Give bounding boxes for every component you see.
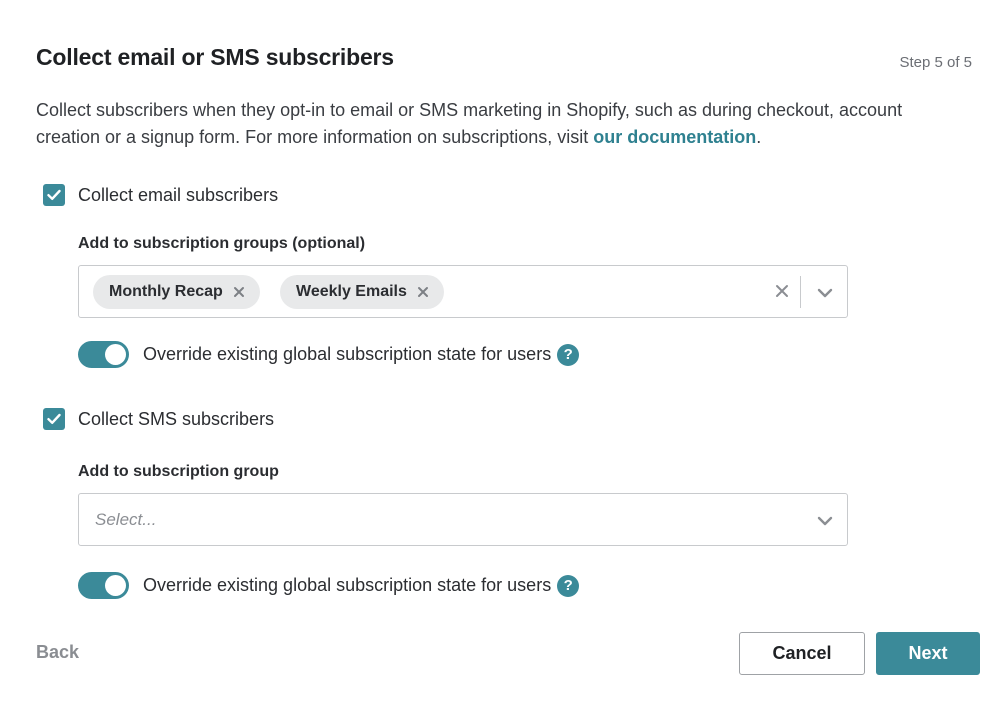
help-icon[interactable]: ? [557, 343, 580, 366]
email-checkbox-label: Collect email subscribers [78, 184, 279, 205]
clear-all-icon[interactable] [774, 283, 790, 304]
sms-override-toggle[interactable] [78, 572, 129, 599]
email-override-toggle[interactable] [78, 341, 129, 368]
chevron-down-icon[interactable] [817, 286, 833, 304]
page-title: Collect email or SMS subscribers [36, 44, 394, 70]
cancel-button[interactable]: Cancel [739, 632, 865, 675]
description: Collect subscribers when they opt-in to … [36, 97, 966, 151]
sms-checkbox[interactable] [43, 408, 65, 430]
sms-override-label: Override existing global subscription st… [143, 575, 552, 595]
select-divider [800, 276, 801, 308]
group-chip-weekly-emails: Weekly Emails [280, 275, 444, 309]
email-groups-label: Add to subscription groups (optional) [78, 235, 366, 252]
select-placeholder: Select... [95, 510, 157, 529]
sms-checkbox-row[interactable]: Collect SMS subscribers [43, 408, 274, 430]
chevron-down-icon[interactable] [817, 514, 833, 532]
checkmark-icon [47, 413, 61, 424]
email-override-label: Override existing global subscription st… [143, 344, 552, 364]
email-checkbox[interactable] [43, 184, 65, 206]
chip-label: Weekly Emails [296, 283, 407, 300]
email-groups-select[interactable]: Monthly Recap Weekly Emails [78, 265, 848, 318]
chip-label: Monthly Recap [109, 283, 223, 300]
documentation-link[interactable]: our documentation [593, 127, 756, 147]
step-indicator: Step 5 of 5 [899, 54, 972, 71]
description-text: Collect subscribers when they opt-in to … [36, 100, 903, 147]
sms-group-label: Add to subscription group [78, 463, 279, 480]
description-suffix: . [756, 127, 762, 147]
back-button[interactable]: Back [36, 642, 79, 663]
remove-chip-icon[interactable] [233, 286, 245, 298]
toggle-knob [105, 575, 126, 596]
email-checkbox-row[interactable]: Collect email subscribers [43, 184, 278, 206]
next-button[interactable]: Next [876, 632, 980, 675]
checkmark-icon [47, 189, 61, 200]
sms-checkbox-label: Collect SMS subscribers [78, 408, 275, 429]
group-chip-monthly-recap: Monthly Recap [93, 275, 260, 309]
remove-chip-icon[interactable] [417, 286, 429, 298]
sms-group-select[interactable]: Select... [78, 493, 848, 546]
toggle-knob [105, 344, 126, 365]
email-override-row: Override existing global subscription st… [78, 341, 580, 368]
sms-override-row: Override existing global subscription st… [78, 572, 580, 599]
help-icon[interactable]: ? [557, 574, 580, 597]
